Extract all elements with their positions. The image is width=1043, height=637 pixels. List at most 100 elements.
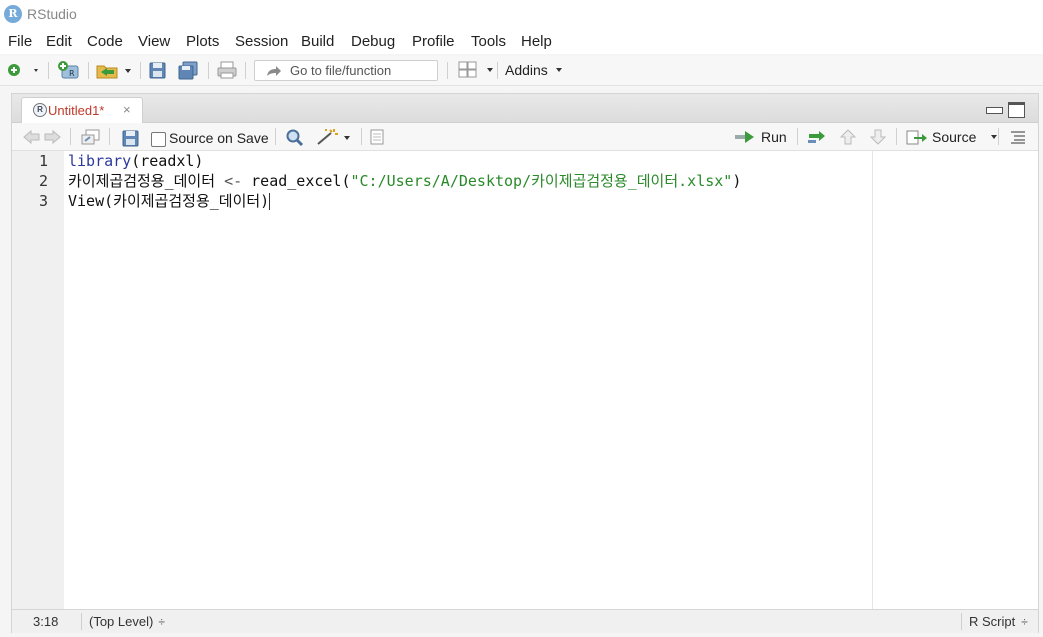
- line-number: 3: [38, 192, 48, 210]
- close-tab-icon[interactable]: ×: [123, 102, 131, 117]
- save-icon: [149, 62, 166, 79]
- scope-label: (Top Level): [89, 614, 154, 629]
- code-token: <-: [224, 172, 243, 190]
- goto-file-function-input[interactable]: Go to file/function: [254, 60, 438, 81]
- code-editor[interactable]: library(readxl) 카이제곱검정용_데이터 <- read_exce…: [68, 151, 1028, 609]
- source-button[interactable]: Source: [905, 127, 1004, 147]
- addins-menu-button[interactable]: Addins: [505, 60, 568, 80]
- source-file-icon: [906, 130, 927, 145]
- code-tools-wand-icon[interactable]: [315, 127, 355, 147]
- open-file-button[interactable]: [95, 60, 135, 80]
- code-token: "C:/Users/A/Desktop/카이제곱검정용_데이터.xlsx": [350, 172, 733, 190]
- print-button[interactable]: [216, 60, 238, 80]
- menu-plots[interactable]: Plots: [186, 33, 219, 50]
- code-token: (readxl): [131, 152, 204, 170]
- menu-bar: File Edit Code View Plots Session Build …: [0, 30, 1043, 54]
- addins-label: Addins: [505, 62, 548, 78]
- toolbar-separator: [896, 128, 897, 145]
- toolbar-separator: [275, 128, 276, 145]
- r-script-icon: R: [33, 103, 47, 117]
- show-in-window-icon[interactable]: [80, 128, 102, 146]
- toolbar-separator: [797, 128, 798, 145]
- document-outline-icon[interactable]: [1009, 129, 1027, 145]
- go-to-previous-section-icon[interactable]: [839, 128, 857, 146]
- code-line[interactable]: View(카이제곱검정용_데이터): [68, 191, 271, 211]
- workspace-panes-button[interactable]: [457, 60, 497, 80]
- tab-untitled1[interactable]: R Untitled1* ×: [21, 97, 143, 123]
- save-all-icon: [178, 61, 198, 80]
- line-number-gutter: 1 2 3: [12, 151, 64, 609]
- updown-icon: ÷: [158, 614, 165, 629]
- save-icon[interactable]: [121, 129, 141, 147]
- back-forward-icon[interactable]: [22, 129, 62, 145]
- toolbar-separator: [497, 62, 498, 79]
- code-token: library: [68, 152, 132, 170]
- title-bar: R RStudio: [0, 0, 1043, 30]
- new-file-icon: [8, 64, 38, 76]
- code-token: ): [732, 172, 742, 190]
- code-token: View: [68, 192, 105, 210]
- rstudio-logo-icon: R: [4, 5, 22, 23]
- menu-debug[interactable]: Debug: [351, 33, 395, 50]
- line-number: 2: [38, 172, 48, 190]
- code-token: read_excel(: [242, 172, 351, 190]
- go-to-next-section-icon[interactable]: [869, 128, 887, 146]
- run-label: Run: [761, 129, 787, 145]
- compile-report-icon[interactable]: [369, 129, 385, 145]
- toolbar-separator: [361, 128, 362, 145]
- status-separator: [961, 613, 962, 630]
- toolbar-separator: [140, 62, 141, 79]
- source-editor-pane: R Untitled1* × Source on Save Run Source…: [11, 93, 1039, 633]
- menu-session[interactable]: Session: [235, 33, 288, 50]
- save-button[interactable]: [148, 60, 168, 80]
- toolbar-separator: [109, 128, 110, 145]
- search-icon[interactable]: [285, 128, 305, 146]
- file-type-label: R Script: [969, 614, 1016, 629]
- menu-code[interactable]: Code: [87, 33, 123, 50]
- panes-grid-icon: [458, 61, 493, 78]
- save-all-button[interactable]: [177, 60, 199, 80]
- menu-profile[interactable]: Profile: [412, 33, 455, 50]
- chevron-down-icon[interactable]: [986, 131, 1004, 143]
- menu-view[interactable]: View: [138, 33, 170, 50]
- new-project-icon: R: [58, 61, 79, 79]
- updown-icon: ÷: [1021, 614, 1028, 629]
- source-label: Source: [932, 129, 977, 145]
- print-icon: [217, 61, 237, 79]
- svg-text:R: R: [69, 69, 75, 78]
- open-folder-icon: [96, 65, 131, 79]
- toolbar-separator: [245, 62, 246, 79]
- toolbar-separator: [88, 62, 89, 79]
- maximize-pane-icon[interactable]: [1008, 102, 1025, 118]
- toolbar-separator: [447, 62, 448, 79]
- line-number: 1: [38, 152, 48, 170]
- menu-help[interactable]: Help: [521, 33, 552, 50]
- menu-build[interactable]: Build: [301, 33, 334, 50]
- code-line[interactable]: 카이제곱검정용_데이터 <- read_excel("C:/Users/A/De…: [68, 171, 741, 191]
- menu-tools[interactable]: Tools: [471, 33, 506, 50]
- status-separator: [81, 613, 82, 630]
- new-project-button[interactable]: R: [57, 60, 83, 80]
- file-type-selector[interactable]: R Script ÷: [969, 614, 1028, 629]
- window-title: RStudio: [27, 6, 77, 22]
- toolbar-separator: [208, 62, 209, 79]
- source-on-save-label: Source on Save: [169, 130, 269, 146]
- source-on-save-checkbox[interactable]: [151, 132, 166, 147]
- cursor-position: 3:18: [33, 614, 59, 629]
- new-file-button[interactable]: [6, 60, 38, 80]
- toolbar-separator: [48, 62, 49, 79]
- editor-toolbar: Source on Save Run Source: [12, 123, 1038, 151]
- editor-tab-strip: R Untitled1* ×: [12, 94, 1038, 123]
- rerun-icon[interactable]: [807, 128, 831, 146]
- goto-placeholder: Go to file/function: [290, 63, 392, 78]
- code-line[interactable]: library(readxl): [68, 151, 203, 171]
- text-cursor: [269, 193, 271, 210]
- run-button[interactable]: Run: [734, 127, 787, 147]
- run-arrow-icon: [735, 131, 754, 143]
- toolbar-separator: [70, 128, 71, 145]
- code-token: (카이제곱검정용_데이터): [104, 192, 270, 210]
- scope-selector[interactable]: (Top Level) ÷: [89, 614, 165, 629]
- minimize-pane-icon[interactable]: [986, 107, 1003, 114]
- menu-edit[interactable]: Edit: [46, 33, 72, 50]
- menu-file[interactable]: File: [8, 33, 32, 50]
